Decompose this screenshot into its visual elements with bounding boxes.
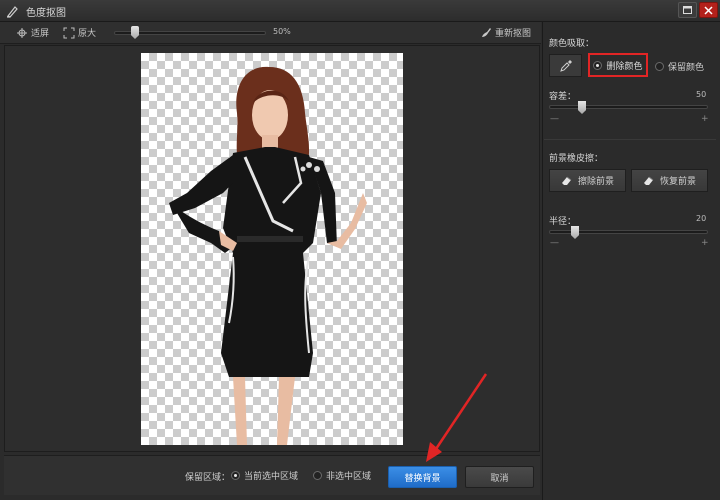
current-region-option[interactable]: 当前选中区域 — [231, 469, 298, 482]
radius-value: 20 — [696, 214, 707, 223]
radio-current-region[interactable] — [231, 471, 240, 480]
original-size-label: 原大 — [78, 29, 97, 39]
delete-color-option[interactable]: 删除颜色 — [588, 53, 648, 77]
radius-increase[interactable]: + — [701, 238, 709, 248]
tolerance-label: 容差： — [549, 92, 577, 102]
title-bar: 色度抠图 — [0, 0, 720, 22]
divider — [544, 139, 716, 140]
erase-foreground-label: 擦除前景 — [577, 177, 614, 187]
rematte-button[interactable]: 重新抠图 — [480, 26, 531, 39]
radius-decrease[interactable]: — — [550, 238, 559, 248]
close-button[interactable] — [699, 2, 718, 18]
keep-color-option[interactable]: 保留颜色 — [655, 60, 704, 73]
non-region-label: 非选中区域 — [326, 472, 372, 482]
radio-delete-color[interactable] — [593, 60, 603, 70]
fit-screen-button[interactable]: 适屏 — [16, 26, 49, 39]
zoom-slider-handle[interactable] — [131, 26, 139, 39]
rematte-label: 重新抠图 — [495, 29, 532, 39]
fg-eraser-title: 前景橡皮擦： — [549, 154, 604, 164]
replace-background-button[interactable]: 替换背景 — [388, 466, 457, 488]
erase-foreground-button[interactable]: 擦除前景 — [549, 169, 626, 192]
restore-foreground-label: 恢复前景 — [659, 177, 696, 187]
tolerance-increase[interactable]: + — [701, 114, 709, 124]
eyedropper-button[interactable] — [549, 54, 582, 77]
photo-preview[interactable] — [141, 53, 403, 445]
cancel-button[interactable]: 取消 — [465, 466, 534, 488]
cancel-label: 取消 — [490, 473, 509, 484]
original-size-icon — [63, 27, 75, 38]
radio-non-region[interactable] — [313, 471, 322, 480]
eraser-icon — [561, 176, 572, 185]
keep-region-label: 保留区域： — [185, 473, 231, 483]
radio-keep-color[interactable] — [655, 62, 664, 71]
restore-foreground-button[interactable]: 恢复前景 — [631, 169, 708, 192]
tolerance-decrease[interactable]: — — [550, 114, 559, 124]
eraser-icon — [643, 176, 654, 185]
color-pick-title: 颜色吸取： — [549, 39, 595, 49]
current-region-label: 当前选中区域 — [244, 472, 299, 482]
replace-background-label: 替换背景 — [404, 473, 441, 484]
fit-screen-label: 适屏 — [31, 29, 50, 39]
radius-label: 半径： — [549, 217, 577, 227]
brush-icon — [482, 27, 491, 37]
zoom-value: 50% — [273, 27, 291, 36]
tolerance-value: 50 — [696, 90, 707, 99]
chroma-key-icon — [7, 6, 18, 18]
toolbar: 适屏 原大 50% 重新抠图 — [0, 22, 541, 44]
fit-screen-icon — [17, 27, 27, 38]
delete-color-label: 删除颜色 — [606, 61, 643, 72]
non-region-option[interactable]: 非选中区域 — [313, 469, 371, 482]
tolerance-slider[interactable] — [549, 105, 708, 109]
original-size-button[interactable]: 原大 — [63, 26, 96, 39]
maximize-button[interactable] — [678, 2, 697, 18]
window-title: 色度抠图 — [26, 8, 66, 19]
keep-color-label: 保留颜色 — [668, 63, 705, 73]
woman-figure-image — [169, 66, 367, 445]
maximize-icon — [683, 6, 692, 14]
eyedropper-icon — [559, 59, 572, 72]
close-icon — [704, 5, 713, 15]
